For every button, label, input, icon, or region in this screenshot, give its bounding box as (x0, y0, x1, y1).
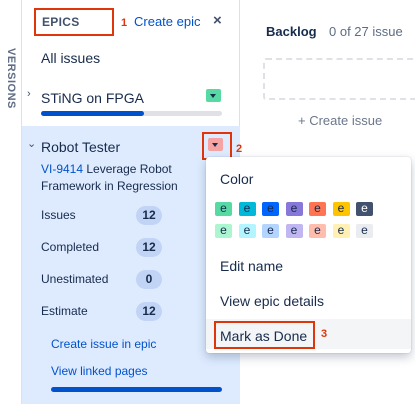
backlog-issue-count: 0 of 27 issue (329, 24, 403, 39)
stat-label-unestimated: Unestimated (41, 272, 109, 286)
color-swatch[interactable]: e (356, 224, 373, 238)
color-swatch[interactable]: e (262, 224, 279, 238)
stat-badge-issues: 12 (136, 206, 162, 225)
all-issues-item[interactable]: All issues (41, 50, 100, 66)
stat-badge-estimate: 12 (136, 302, 162, 321)
create-issue-in-epic-link[interactable]: Create issue in epic (51, 337, 156, 351)
menu-item-edit-name[interactable]: Edit name (220, 258, 283, 274)
menu-item-view-epic-details[interactable]: View epic details (220, 293, 324, 309)
annotation-1: 1 (121, 17, 128, 29)
color-swatch[interactable]: e (332, 202, 350, 216)
color-swatch[interactable]: e (238, 224, 256, 238)
stat-label-issues: Issues (41, 208, 76, 222)
create-epic-link[interactable]: Create epic (134, 14, 200, 29)
issue-key-link[interactable]: VI-9414 (41, 162, 83, 176)
epic-progress-bar (41, 111, 222, 116)
annotation-3: 3 (321, 328, 328, 340)
backlog-drop-zone[interactable] (263, 58, 415, 100)
close-icon[interactable]: × (213, 12, 222, 29)
selected-epic-name: Robot Tester (41, 139, 121, 155)
versions-tab[interactable]: VERSIONS (0, 0, 22, 404)
annotation-box-2 (202, 132, 232, 160)
chevron-right-icon[interactable]: › (27, 88, 31, 100)
view-linked-pages-link[interactable]: View linked pages (51, 364, 148, 378)
epic-actions-menu: Color eeeeeeeeeeeeee Edit name View epic… (206, 157, 411, 353)
stat-badge-unestimated: 0 (136, 270, 162, 289)
color-swatch[interactable]: e (262, 202, 279, 216)
color-swatch[interactable]: e (309, 202, 326, 216)
color-swatch[interactable]: e (332, 224, 350, 238)
epics-header-label: EPICS (34, 8, 114, 36)
color-swatch[interactable]: e (285, 224, 303, 238)
stat-label-estimate: Estimate (41, 304, 88, 318)
color-swatch[interactable]: e (215, 224, 232, 238)
backlog-title: Backlog (266, 24, 317, 39)
color-swatch[interactable]: e (356, 202, 373, 216)
versions-tab-label: VERSIONS (5, 47, 17, 109)
epic-color-dropdown-button[interactable] (206, 89, 221, 102)
color-swatch[interactable]: e (309, 224, 326, 238)
epic-progress-fill (41, 111, 145, 116)
epic-name: STiNG on FPGA (41, 90, 144, 106)
stat-badge-completed: 12 (136, 238, 162, 257)
color-swatch[interactable]: e (215, 202, 232, 216)
epic-issue-link: VI-9414 Leverage Robot Framework in Regr… (41, 161, 221, 195)
color-swatch[interactable]: e (285, 202, 303, 216)
selected-epic-progress-bar (51, 387, 222, 392)
annotation-box-3 (214, 321, 315, 349)
stat-label-completed: Completed (41, 240, 100, 254)
color-swatch[interactable]: e (238, 202, 256, 216)
color-menu-heading: Color (220, 171, 254, 187)
chevron-down-icon[interactable]: ⌄ (27, 137, 36, 150)
create-issue-button[interactable]: + Create issue (298, 113, 382, 128)
